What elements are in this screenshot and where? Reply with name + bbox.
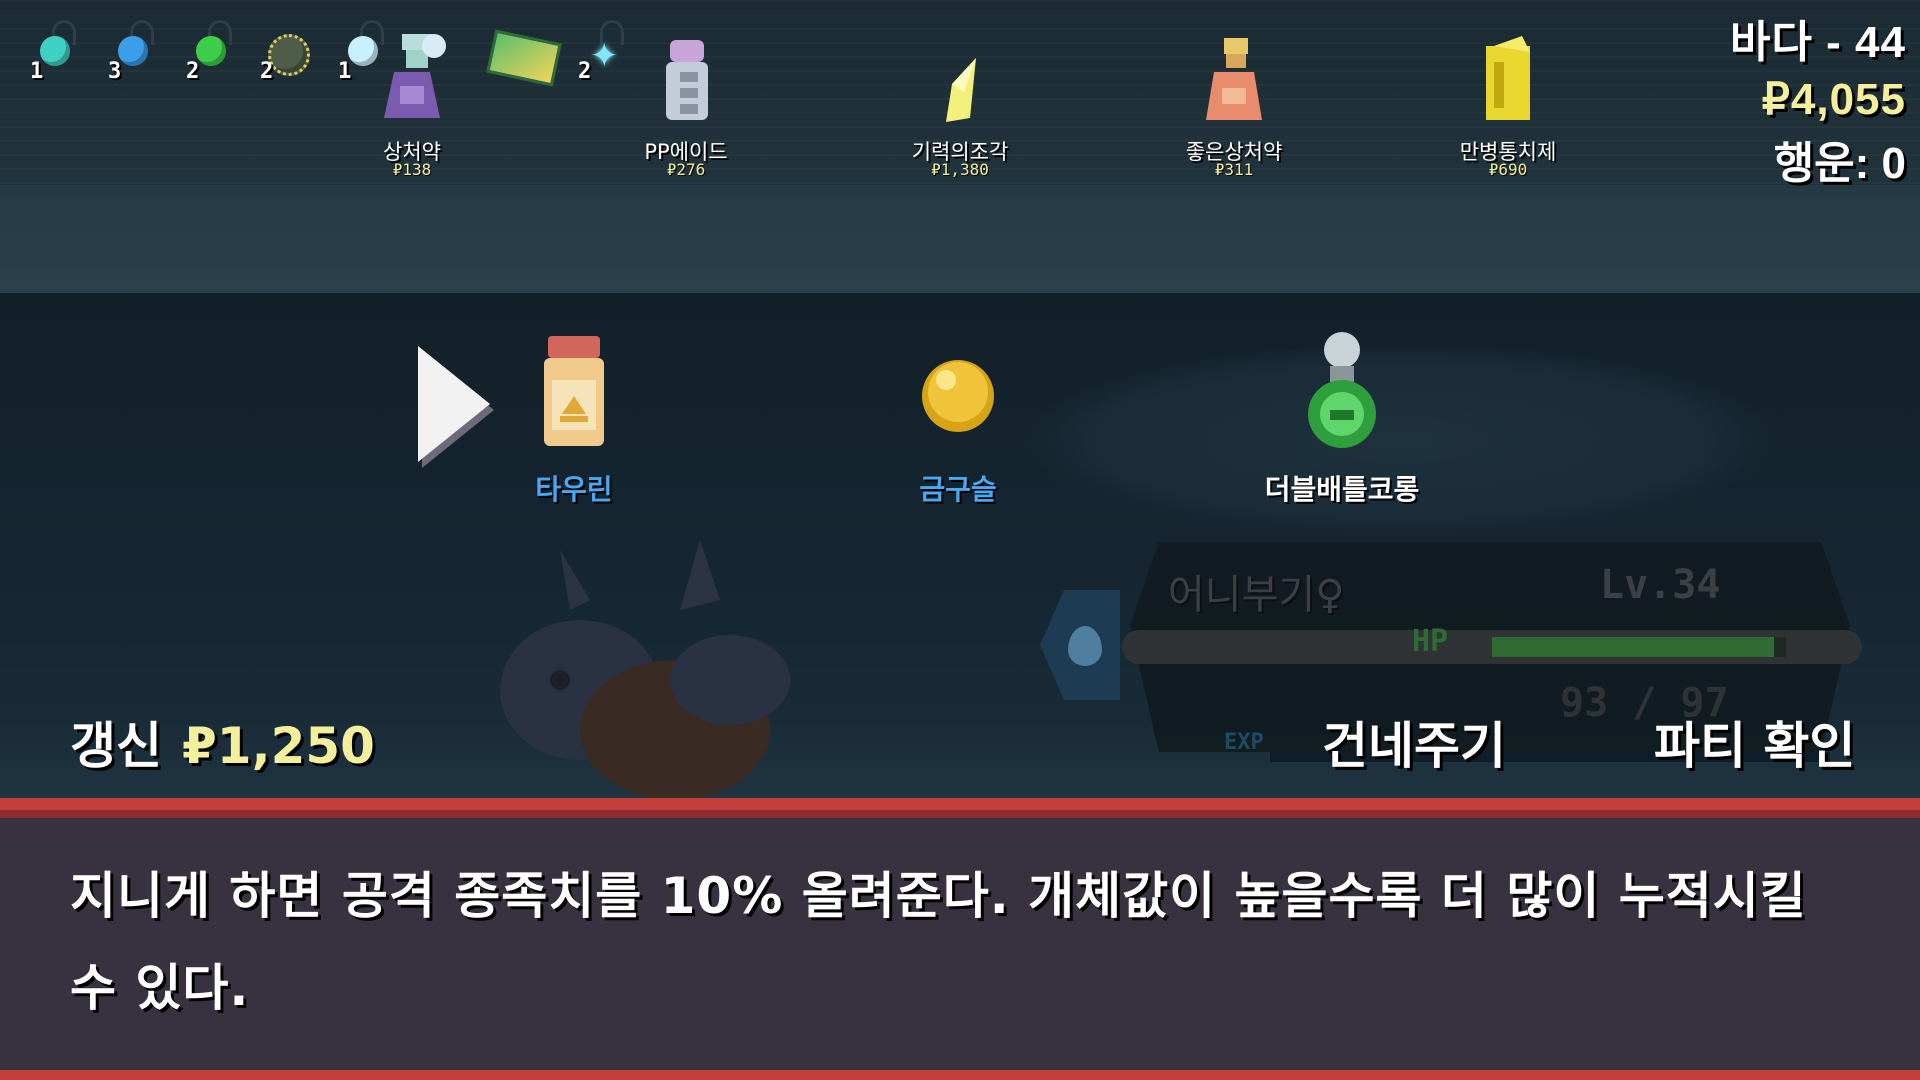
taurine-jar-icon xyxy=(544,336,604,446)
item-description: 지니게 하면 공격 종족치를 10% 올려준다. 개체값이 높을수록 더 많이 … xyxy=(70,867,1807,1017)
reward-label: 타우린 xyxy=(535,473,613,506)
shop-item-price: ₽311 xyxy=(1214,160,1254,179)
shop-item-price: ₽1,380 xyxy=(931,160,989,179)
reward-label: 금구슬 xyxy=(919,473,997,506)
held-item-count: 1 xyxy=(30,59,44,84)
shop-item-price: ₽690 xyxy=(1488,160,1528,179)
refresh-cost: ₽1,250 xyxy=(182,717,375,775)
exp-label: EXP xyxy=(1224,730,1264,755)
luck-counter: 행운: 0 xyxy=(1773,139,1906,188)
shop-item-super-potion[interactable]: 좋은상처약 ₽311 xyxy=(1134,26,1334,186)
held-item-teal[interactable]: 1 xyxy=(26,18,88,84)
pokemon-sprite xyxy=(500,540,790,800)
pokemon-name: 어니부기♀ xyxy=(1168,572,1345,618)
full-heal-icon xyxy=(1486,36,1530,120)
green-gem-icon xyxy=(196,36,226,66)
gold-ball-icon xyxy=(922,360,994,432)
reward-option-taurine[interactable]: 타우린 xyxy=(454,330,694,510)
held-item-count: 2 xyxy=(260,59,274,84)
shop-item-pp-up[interactable]: PP에이드 ₽276 xyxy=(586,26,786,186)
money-counter: ₽4,055 xyxy=(1761,75,1906,124)
shop-item-potion[interactable]: 상처약 ₽138 xyxy=(312,26,512,186)
held-item-green[interactable]: 2 xyxy=(182,18,244,84)
held-item-blue[interactable]: 3 xyxy=(104,18,166,84)
status-panel: 바다 - 44 ₽4,055 행운: 0 xyxy=(1730,6,1906,191)
teal-gem-icon xyxy=(40,36,70,66)
super-potion-icon xyxy=(1206,38,1262,120)
revive-shard-icon xyxy=(946,58,976,122)
double-battle-cologne-icon xyxy=(1308,332,1376,448)
hp-bar-fill xyxy=(1492,637,1774,657)
potion-icon xyxy=(384,34,446,118)
refresh-label: 갱신 xyxy=(70,717,162,775)
hp-label: HP xyxy=(1412,624,1449,659)
shop-item-full-heal[interactable]: 만병통치제 ₽690 xyxy=(1408,26,1608,186)
shop-band-shade xyxy=(0,185,1920,293)
biome-wave: 바다 - 44 xyxy=(1729,18,1906,67)
shop-item-price: ₽138 xyxy=(392,160,432,179)
transfer-button[interactable]: 건네주기 xyxy=(1322,706,1506,778)
held-item-spiky[interactable]: 2 xyxy=(256,18,318,84)
held-item-count: 3 xyxy=(108,59,122,84)
shop-item-price: ₽276 xyxy=(666,160,706,179)
water-drop-icon xyxy=(1068,626,1102,666)
check-party-button[interactable]: 파티 확인 xyxy=(1654,706,1855,778)
shop-item-revive-shard[interactable]: 기력의조각 ₽1,380 xyxy=(860,26,1060,186)
held-item-count: 2 xyxy=(186,59,200,84)
pokemon-level: Lv.34 xyxy=(1600,562,1721,608)
refresh-button[interactable]: 갱신 ₽1,250 xyxy=(70,706,375,778)
ppup-icon xyxy=(666,40,708,120)
reward-option-double-battle-cologne[interactable]: 더블배틀코롱 xyxy=(1222,330,1462,510)
reward-label: 더블배틀코롱 xyxy=(1264,473,1420,506)
reward-option-gold-ball[interactable]: 금구슬 xyxy=(838,330,1078,510)
blue-gem-icon xyxy=(118,36,148,66)
spiky-orb-icon xyxy=(268,34,310,76)
